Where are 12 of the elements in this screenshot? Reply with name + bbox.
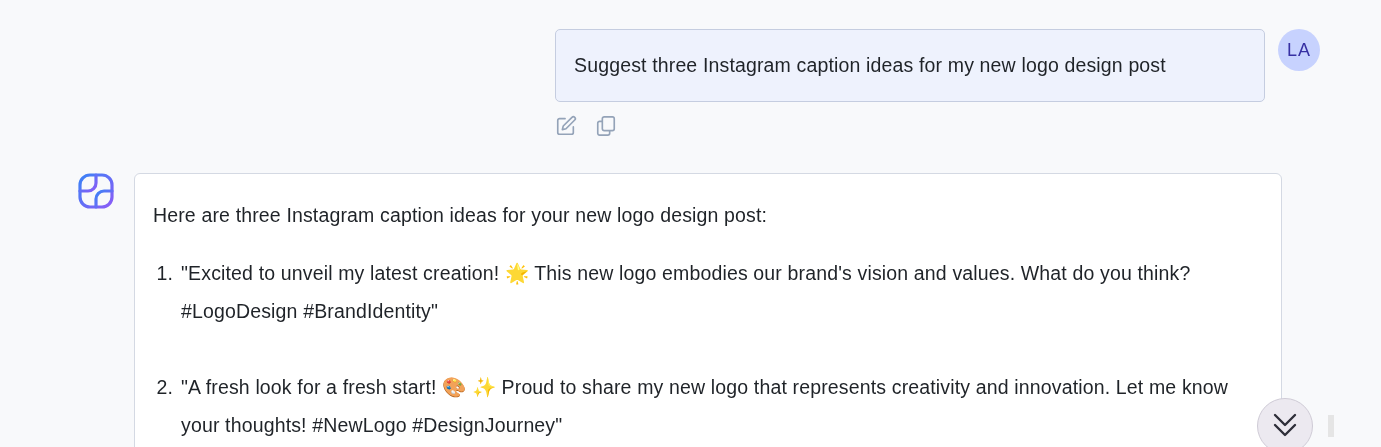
- assistant-logo-icon: [78, 173, 114, 209]
- list-number: 2.: [155, 375, 173, 400]
- message-text: Here are three Instagram caption ideas for your new logo design post:: [153, 203, 769, 228]
- list-item-text: "Excited to unveil my latest creation! 🌟 This new logo embodies our brand's vision and values. What do you think? #LogoDesign #BrandIdentity": [181, 261, 1192, 324]
- list-item-text: "A fresh look for a fresh start! 🎨 ✨ Proud to share my new logo that represents creativity and innovation. Let me know your thoughts! #NewLogo #DesignJourney": [181, 375, 1230, 438]
- double-chevron-down-icon: [1272, 411, 1298, 439]
- edit-icon[interactable]: [555, 115, 577, 137]
- scroll-down-button[interactable]: [1257, 398, 1313, 447]
- list-number: 1.: [155, 261, 173, 286]
- user-avatar: LA: [1278, 29, 1320, 71]
- copy-icon[interactable]: [595, 115, 617, 137]
- user-message: Suggest three Instagram caption ideas for my new logo design post: [555, 29, 1265, 102]
